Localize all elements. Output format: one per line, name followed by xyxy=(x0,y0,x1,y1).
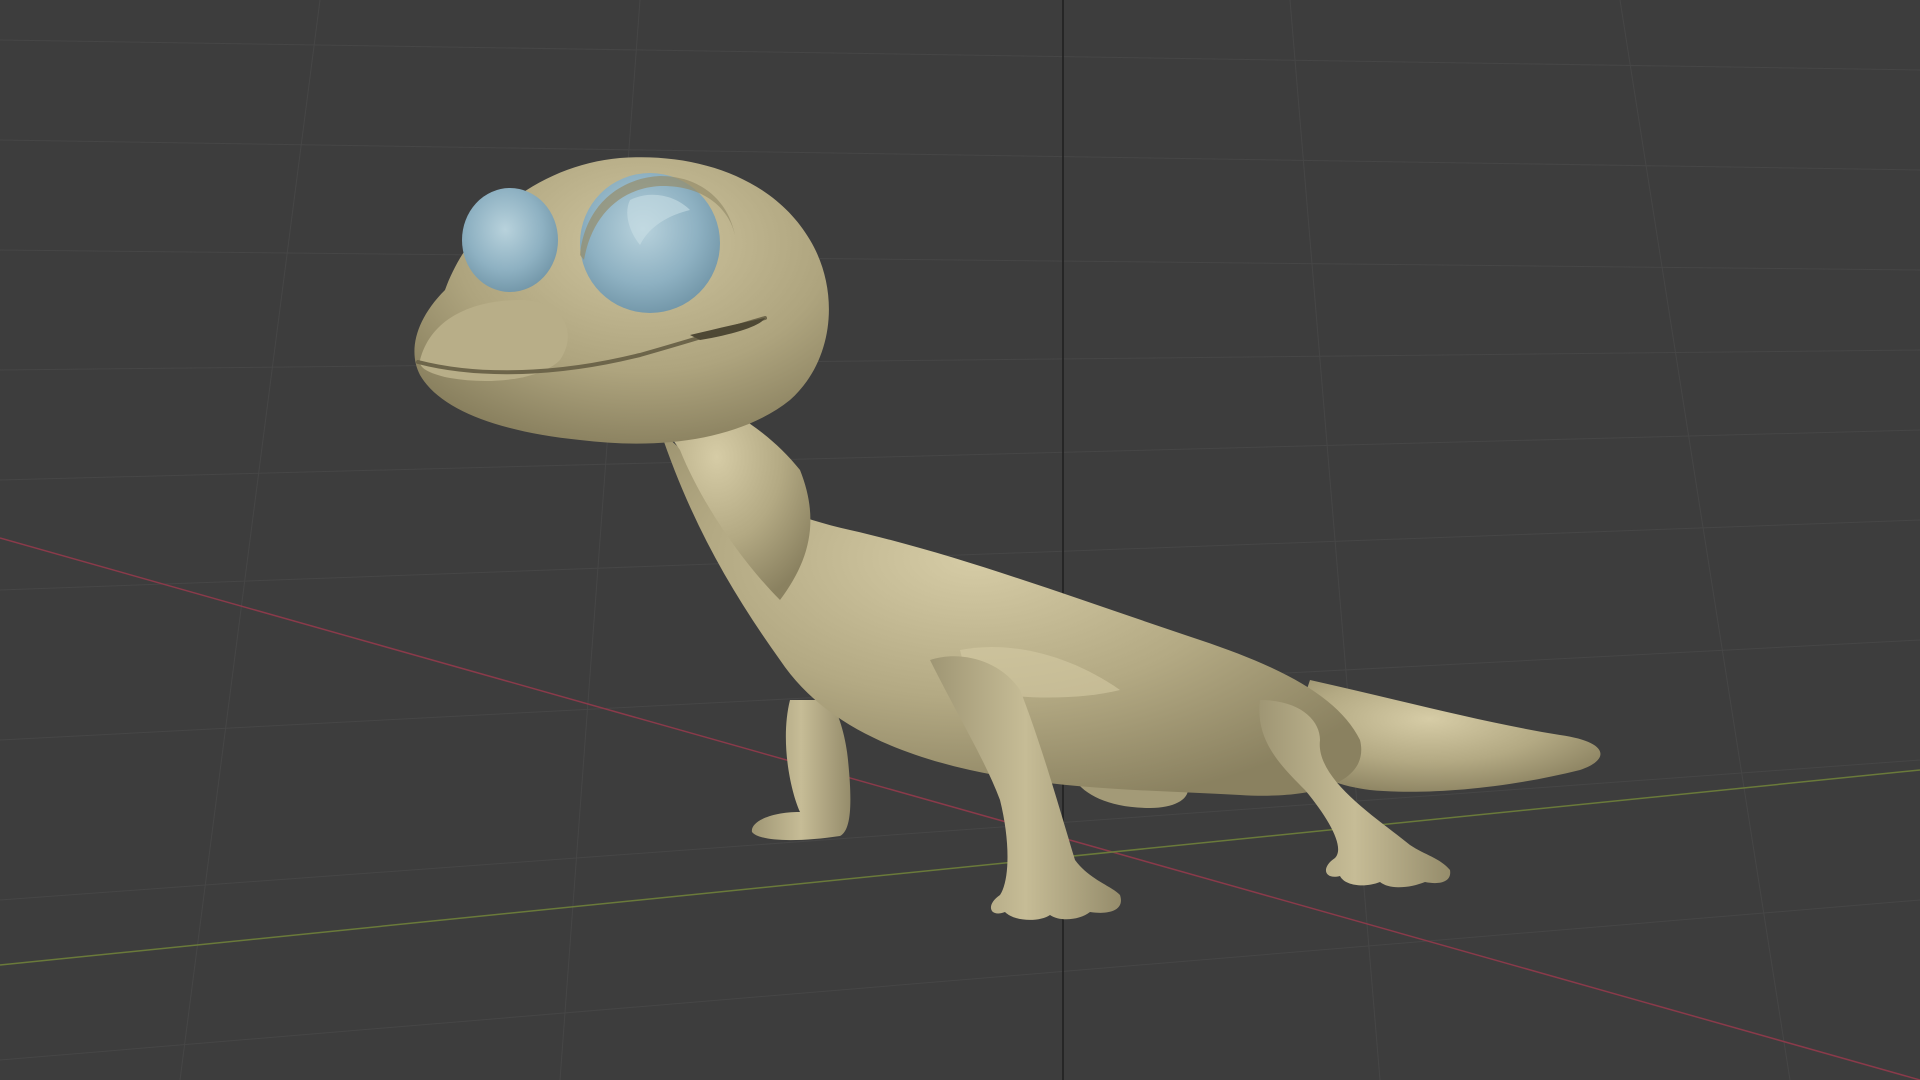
gecko-eye-left xyxy=(462,188,558,292)
viewport-canvas[interactable] xyxy=(0,0,1920,1080)
3d-viewport[interactable] xyxy=(0,0,1920,1080)
gecko-back-front-leg xyxy=(751,700,851,841)
gecko-eye-right xyxy=(580,173,720,313)
y-axis-line xyxy=(0,769,1920,966)
viewport-grid xyxy=(0,0,1920,1080)
